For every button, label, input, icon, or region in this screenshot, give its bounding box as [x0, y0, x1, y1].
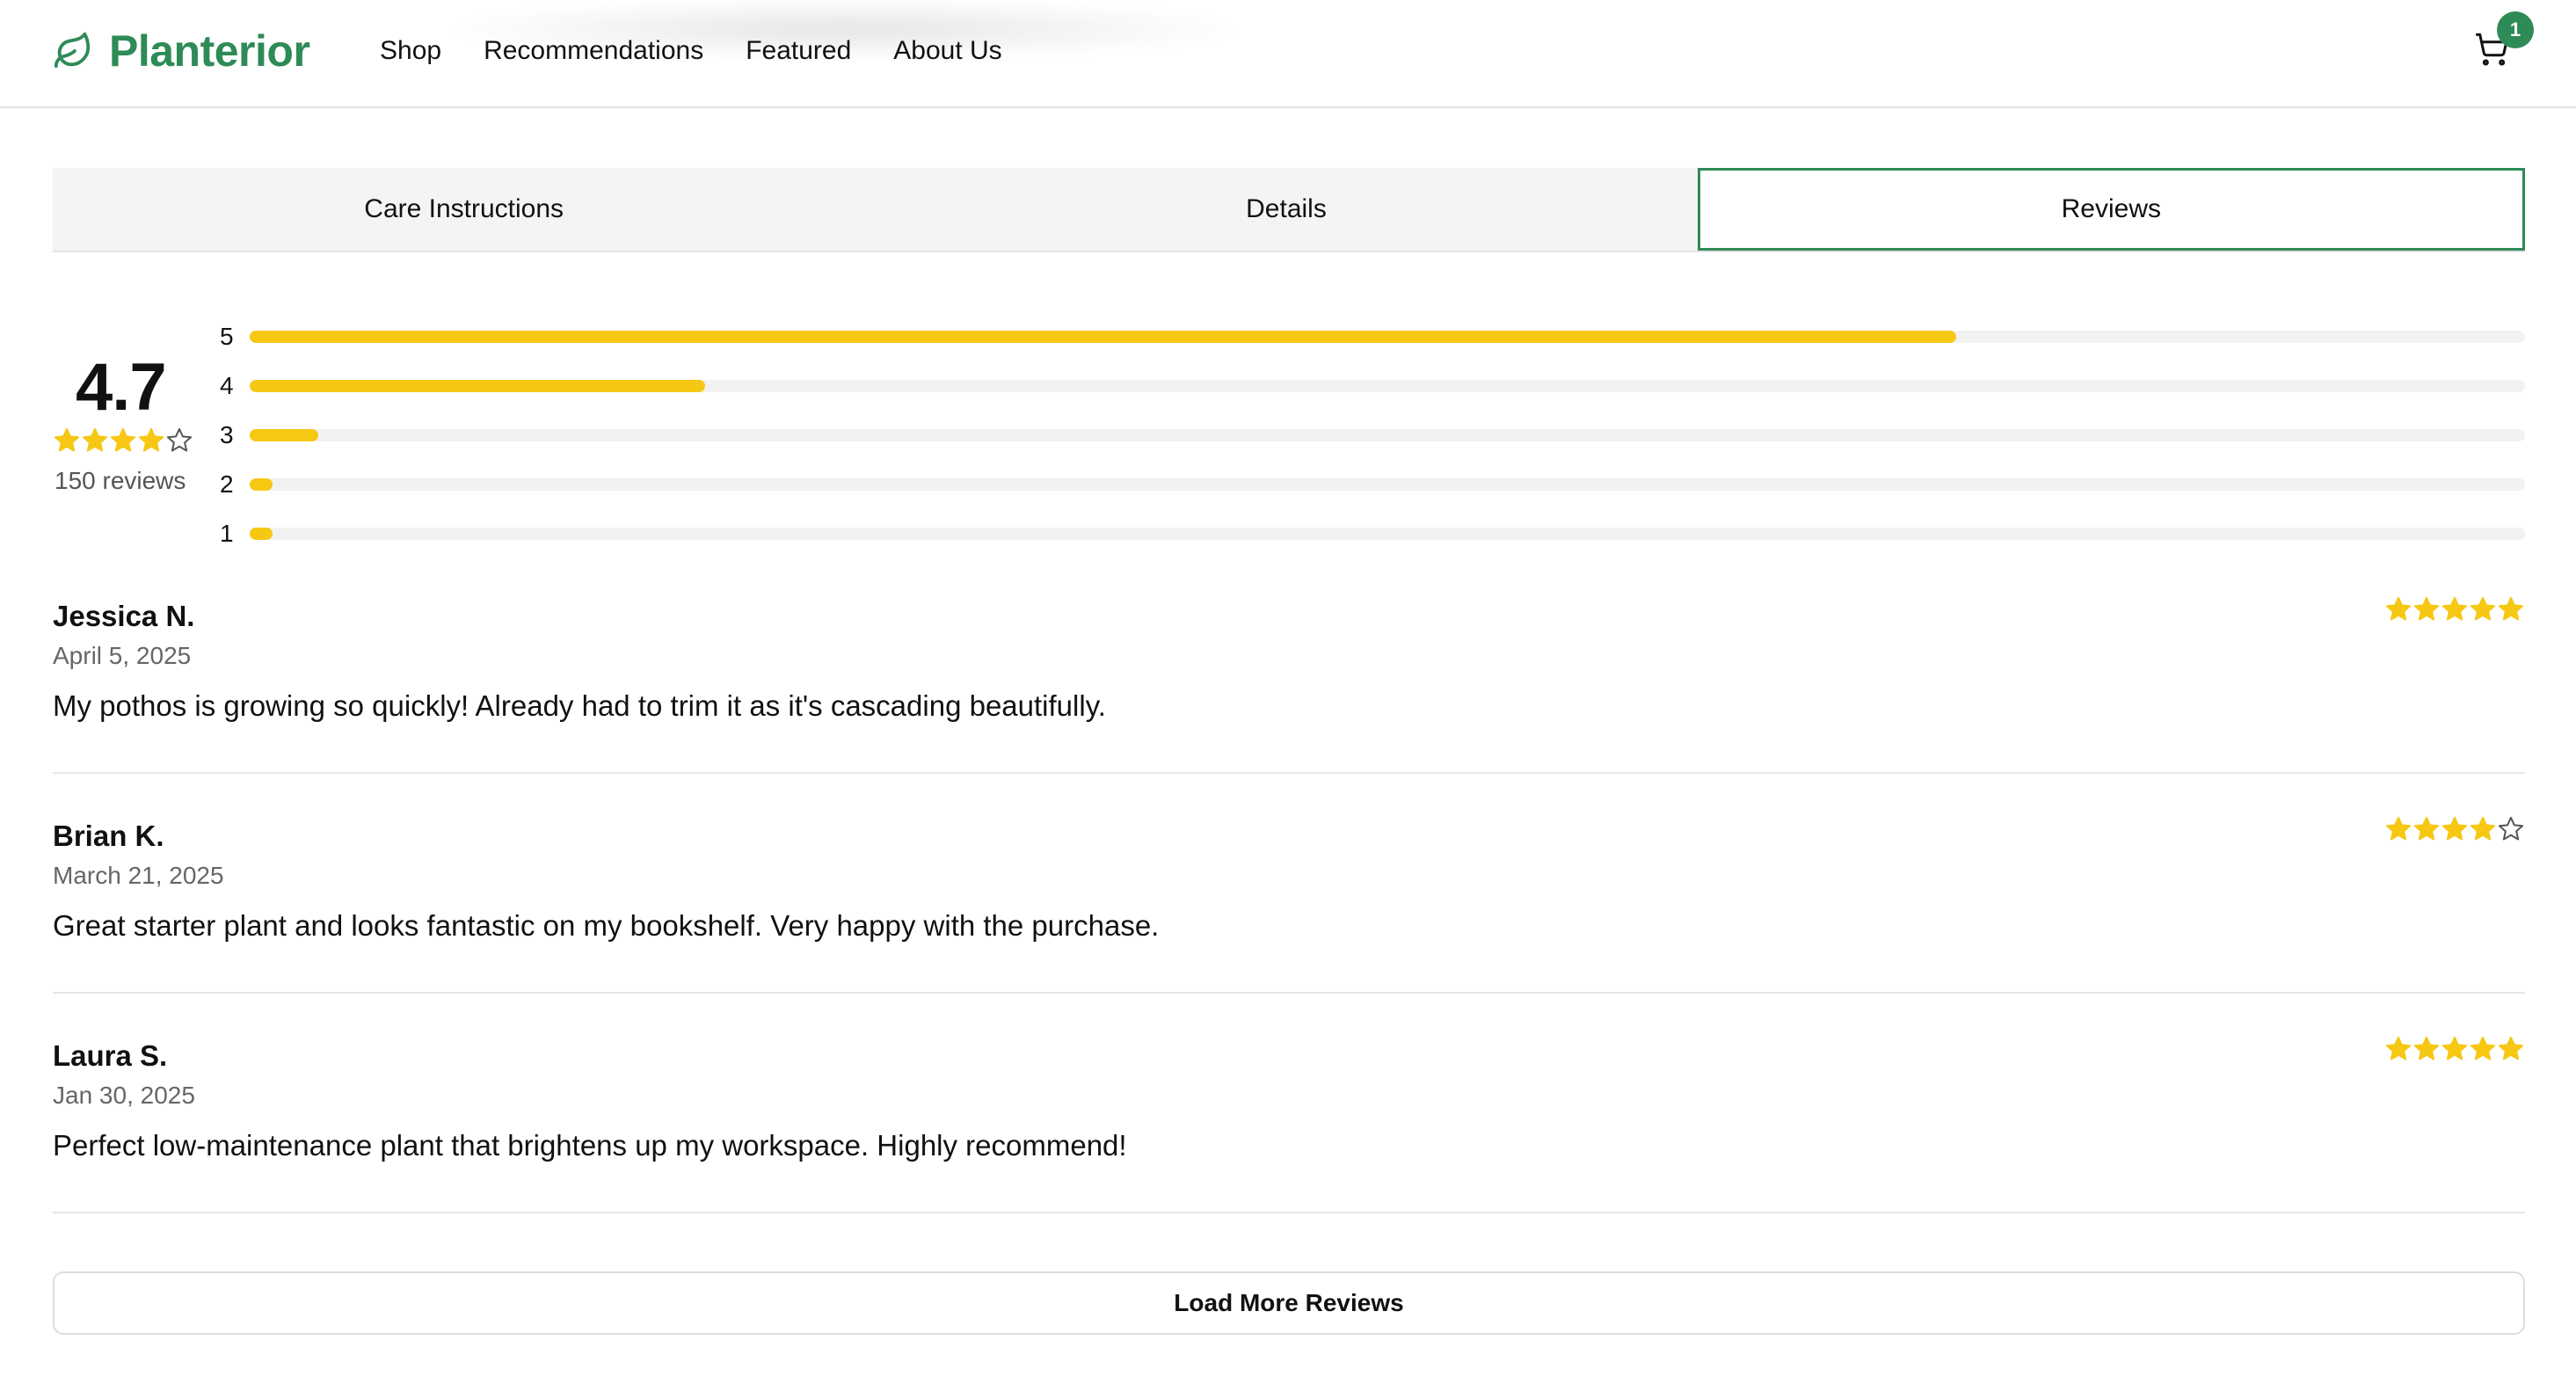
review-count: 150 reviews — [55, 467, 186, 494]
star-filled-icon — [2413, 816, 2440, 841]
rating-distribution: 5 4 3 2 1 — [220, 312, 2525, 558]
star-filled-icon — [2498, 596, 2524, 621]
rating-bar-row: 1 — [220, 509, 2525, 558]
review-star-rating — [2384, 815, 2525, 843]
site-header: Planterior Shop Recommendations Featured… — [0, 0, 2576, 108]
reviewer-name: Jessica N. — [53, 600, 195, 632]
rating-bar-fill — [250, 528, 273, 540]
star-filled-icon — [2441, 816, 2468, 841]
star-filled-icon — [2470, 816, 2496, 841]
star-filled-icon — [110, 427, 136, 452]
review-item: Brian K. March 21, 2025 Great starter pl… — [53, 774, 2525, 994]
rating-bar-row: 5 — [220, 312, 2525, 361]
rating-bar-row: 3 — [220, 411, 2525, 460]
brand-name: Planterior — [109, 26, 310, 76]
star-filled-icon — [82, 427, 108, 452]
star-filled-icon — [2498, 1036, 2524, 1060]
star-filled-icon — [2441, 1036, 2468, 1060]
tab-reviews[interactable]: Reviews — [1697, 168, 2525, 251]
review-text: Perfect low-maintenance plant that brigh… — [53, 1129, 1127, 1162]
average-rating: 4.7 — [76, 350, 167, 425]
star-filled-icon — [2413, 596, 2440, 621]
star-filled-icon — [2385, 596, 2412, 621]
review-item: Jessica N. April 5, 2025 My pothos is gr… — [53, 554, 2525, 774]
rating-bar-label: 2 — [220, 470, 234, 498]
reviewer-name: Brian K. — [53, 820, 164, 852]
rating-bar-row: 2 — [220, 460, 2525, 509]
nav-link-recommendations[interactable]: Recommendations — [484, 36, 703, 66]
nav-link-about-us[interactable]: About Us — [893, 36, 1001, 66]
star-filled-icon — [54, 427, 80, 452]
review-text: My pothos is growing so quickly! Already… — [53, 689, 1106, 722]
average-star-rating — [53, 426, 193, 455]
review-item: Laura S. Jan 30, 2025 Perfect low-mainte… — [53, 994, 2525, 1213]
rating-bar-label: 4 — [220, 372, 234, 399]
rating-bar-label: 3 — [220, 421, 234, 448]
star-filled-icon — [2470, 596, 2496, 621]
rating-bar-fill — [250, 331, 1956, 343]
rating-bar-track — [250, 429, 2525, 441]
leaf-icon — [54, 32, 91, 69]
nav-link-featured[interactable]: Featured — [746, 36, 851, 66]
rating-summary: 4.7 150 reviews 5 4 3 2 1 — [53, 303, 2525, 547]
nav-link-shop[interactable]: Shop — [380, 36, 441, 66]
reviewer-name: Laura S. — [53, 1039, 168, 1072]
tab-details[interactable]: Details — [875, 168, 1697, 251]
brand-logo[interactable]: Planterior — [53, 21, 310, 81]
star-outline-icon — [2498, 816, 2524, 841]
product-tabs: Care Instructions Details Reviews — [53, 168, 2525, 252]
rating-bar-track — [250, 331, 2525, 343]
rating-bar-track — [250, 478, 2525, 491]
review-date: April 5, 2025 — [53, 642, 192, 669]
star-filled-icon — [2441, 596, 2468, 621]
rating-bar-label: 1 — [220, 520, 234, 547]
star-outline-icon — [166, 427, 193, 452]
star-filled-icon — [138, 427, 164, 452]
review-text: Great starter plant and looks fantastic … — [53, 909, 1160, 942]
rating-bar-fill — [250, 478, 273, 491]
star-filled-icon — [2470, 1036, 2496, 1060]
rating-bar-track — [250, 380, 2525, 392]
rating-bar-fill — [250, 380, 705, 392]
star-filled-icon — [2413, 1036, 2440, 1060]
review-star-rating — [2384, 595, 2525, 623]
rating-bar-label: 5 — [220, 323, 234, 350]
review-list: Jessica N. April 5, 2025 My pothos is gr… — [53, 554, 2525, 1213]
load-more-reviews-button[interactable]: Load More Reviews — [53, 1271, 2525, 1335]
review-star-rating — [2384, 1035, 2525, 1063]
main-nav: Shop Recommendations Featured About Us — [380, 32, 1044, 70]
rating-bar-fill — [250, 429, 318, 441]
rating-bar-track — [250, 528, 2525, 540]
star-filled-icon — [2385, 1036, 2412, 1060]
cart-count-badge: 1 — [2497, 11, 2534, 48]
review-date: March 21, 2025 — [53, 862, 224, 889]
rating-bar-row: 4 — [220, 361, 2525, 411]
review-date: Jan 30, 2025 — [53, 1082, 195, 1109]
tab-care-instructions[interactable]: Care Instructions — [53, 168, 875, 251]
star-filled-icon — [2385, 816, 2412, 841]
